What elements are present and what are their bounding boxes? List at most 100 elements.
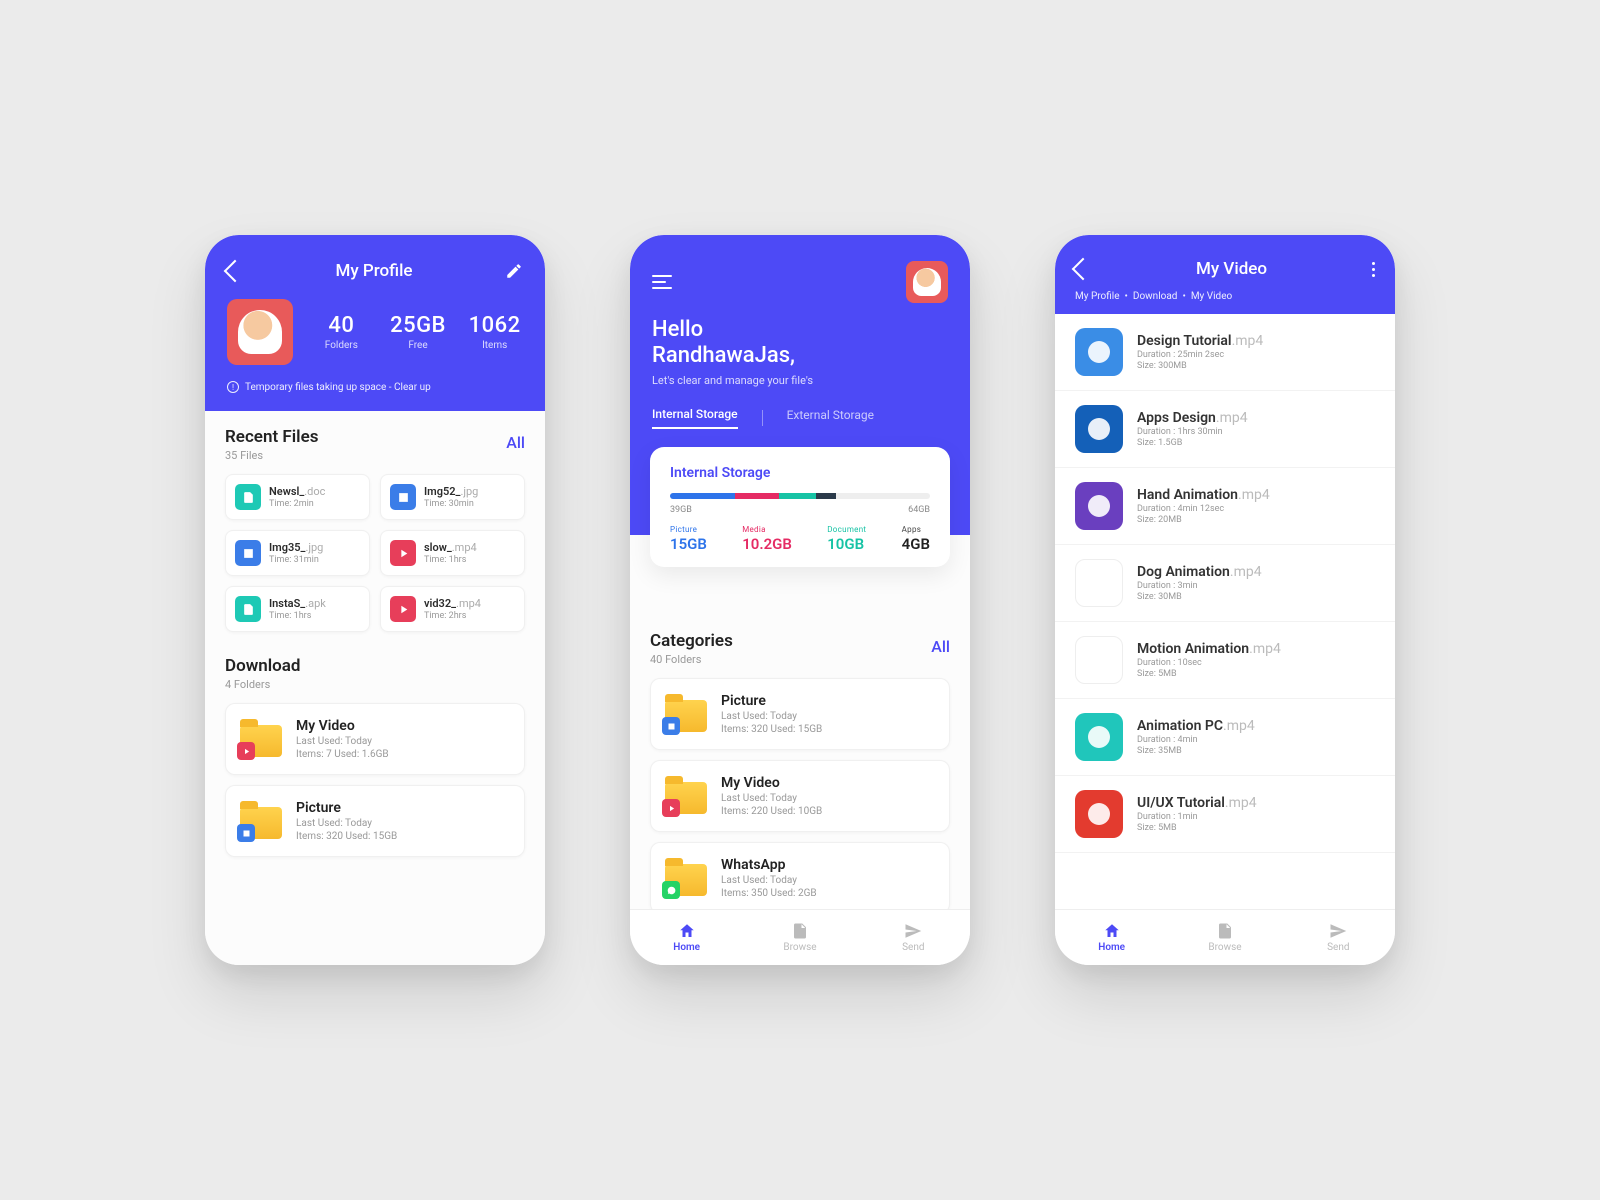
back-icon[interactable] xyxy=(1072,258,1095,281)
doc-icon xyxy=(235,596,261,622)
video-name: Motion Animation.mp4 xyxy=(1137,641,1281,657)
video-name: Hand Animation.mp4 xyxy=(1137,487,1270,503)
folder-item[interactable]: My Video Last Used: Today Items: 220 Use… xyxy=(650,760,950,832)
video-size: Size: 1.5GB xyxy=(1137,438,1248,448)
video-thumb xyxy=(1075,559,1123,607)
img-icon xyxy=(235,540,261,566)
screen-my-profile: My Profile 40 Folders 25GB Free 1062 Ite… xyxy=(205,235,545,965)
storage-cat: Apps 4GB xyxy=(902,525,930,553)
file-item[interactable]: Img52_.jpg Time: 30min xyxy=(380,474,525,520)
video-thumb xyxy=(1075,790,1123,838)
video-thumb xyxy=(1075,482,1123,530)
video-thumb xyxy=(1075,713,1123,761)
folder-detail: Items: 350 Used: 2GB xyxy=(721,888,817,899)
storage-used: 39GB xyxy=(670,505,692,515)
video-duration: Duration : 3min xyxy=(1137,581,1262,591)
nav-browse[interactable]: Browse xyxy=(743,910,856,965)
file-item[interactable]: Newsl_.doc Time: 2min xyxy=(225,474,370,520)
page-title: My Profile xyxy=(335,261,412,281)
file-time: Time: 1hrs xyxy=(269,611,326,621)
storage-card[interactable]: Internal Storage 39GB64GB Picture 15GB M… xyxy=(650,447,950,567)
recent-all-link[interactable]: All xyxy=(506,433,525,452)
video-duration: Duration : 25min 2sec xyxy=(1137,350,1263,360)
video-size: Size: 20MB xyxy=(1137,515,1270,525)
video-size: Size: 300MB xyxy=(1137,361,1263,371)
breadcrumb[interactable]: My Profile•Download•My Video xyxy=(1075,291,1375,302)
folder-item[interactable]: Picture Last Used: Today Items: 320 Used… xyxy=(650,678,950,750)
folder-icon xyxy=(240,803,282,839)
file-item[interactable]: Img35_.jpg Time: 31min xyxy=(225,530,370,576)
video-thumb xyxy=(1075,328,1123,376)
file-name: slow_.mp4 xyxy=(424,541,477,554)
video-header: My Video My Profile•Download•My Video xyxy=(1055,235,1395,314)
nav-browse[interactable]: Browse xyxy=(1168,910,1281,965)
greeting-hello: Hello xyxy=(652,317,948,343)
home-header: Hello RandhawaJas, Let's clear and manag… xyxy=(630,235,970,535)
folder-item[interactable]: Picture Last Used: Today Items: 320 Used… xyxy=(225,785,525,857)
file-time: Time: 2hrs xyxy=(424,611,481,621)
video-name: Animation PC.mp4 xyxy=(1137,718,1255,734)
file-item[interactable]: vid32_.mp4 Time: 2hrs xyxy=(380,586,525,632)
menu-icon[interactable] xyxy=(652,275,672,289)
video-item[interactable]: Animation PC.mp4 Duration : 4min Size: 3… xyxy=(1055,699,1395,776)
video-item[interactable]: Dog Animation.mp4 Duration : 3min Size: … xyxy=(1055,545,1395,622)
folder-icon xyxy=(665,696,707,732)
video-name: UI/UX Tutorial.mp4 xyxy=(1137,795,1257,811)
avatar[interactable] xyxy=(906,261,948,303)
video-name: Apps Design.mp4 xyxy=(1137,410,1248,426)
folder-last: Last Used: Today xyxy=(721,711,822,722)
tab-external-storage[interactable]: External Storage xyxy=(787,408,874,428)
file-time: Time: 31min xyxy=(269,555,323,565)
nav-home[interactable]: Home xyxy=(1055,910,1168,965)
folder-name: My Video xyxy=(721,775,822,791)
storage-cat: Document 10GB xyxy=(827,525,866,553)
file-name: vid32_.mp4 xyxy=(424,597,481,610)
nav-send[interactable]: Send xyxy=(1282,910,1395,965)
video-item[interactable]: UI/UX Tutorial.mp4 Duration : 1min Size:… xyxy=(1055,776,1395,853)
file-name: Newsl_.doc xyxy=(269,485,325,498)
bottom-nav: Home Browse Send xyxy=(630,909,970,965)
profile-header: My Profile 40 Folders 25GB Free 1062 Ite… xyxy=(205,235,545,411)
avatar[interactable] xyxy=(227,299,293,365)
screen-my-video: My Video My Profile•Download•My Video De… xyxy=(1055,235,1395,965)
vid-icon xyxy=(390,596,416,622)
tab-internal-storage[interactable]: Internal Storage xyxy=(652,407,738,429)
folder-item[interactable]: My Video Last Used: Today Items: 7 Used:… xyxy=(225,703,525,775)
file-time: Time: 2min xyxy=(269,499,325,509)
nav-send[interactable]: Send xyxy=(857,910,970,965)
vid-icon xyxy=(390,540,416,566)
more-icon[interactable] xyxy=(1372,262,1375,277)
folder-item[interactable]: WhatsApp Last Used: Today Items: 350 Use… xyxy=(650,842,950,909)
file-item[interactable]: InstaS_.apk Time: 1hrs xyxy=(225,586,370,632)
back-icon[interactable] xyxy=(224,260,247,283)
folder-name: WhatsApp xyxy=(721,857,817,873)
folder-icon xyxy=(665,778,707,814)
video-item[interactable]: Apps Design.mp4 Duration : 1hrs 30min Si… xyxy=(1055,391,1395,468)
edit-icon[interactable] xyxy=(505,262,523,280)
storage-total: 64GB xyxy=(908,505,930,515)
file-item[interactable]: slow_.mp4 Time: 1hrs xyxy=(380,530,525,576)
download-sub: 4 Folders xyxy=(225,678,300,691)
nav-home[interactable]: Home xyxy=(630,910,743,965)
video-item[interactable]: Hand Animation.mp4 Duration : 4min 12sec… xyxy=(1055,468,1395,545)
stat-folders: 40 Folders xyxy=(313,313,370,351)
page-title: My Video xyxy=(1196,259,1267,279)
video-name: Dog Animation.mp4 xyxy=(1137,564,1262,580)
storage-cat: Media 10.2GB xyxy=(742,525,792,553)
cleanup-banner[interactable]: ! Temporary files taking up space - Clea… xyxy=(227,381,523,393)
video-item[interactable]: Design Tutorial.mp4 Duration : 25min 2se… xyxy=(1055,314,1395,391)
categories-all-link[interactable]: All xyxy=(931,637,950,656)
categories-title: Categories xyxy=(650,631,733,651)
video-duration: Duration : 1min xyxy=(1137,812,1257,822)
video-duration: Duration : 4min xyxy=(1137,735,1255,745)
bottom-nav: Home Browse Send xyxy=(1055,909,1395,965)
stat-items: 1062 Items xyxy=(466,313,523,351)
recent-files-title: Recent Files xyxy=(225,427,318,447)
video-item[interactable]: Motion Animation.mp4 Duration : 10sec Si… xyxy=(1055,622,1395,699)
folder-detail: Items: 320 Used: 15GB xyxy=(296,831,397,842)
file-time: Time: 30min xyxy=(424,499,478,509)
screen-home: Hello RandhawaJas, Let's clear and manag… xyxy=(630,235,970,965)
categories-sub: 40 Folders xyxy=(650,653,733,666)
video-duration: Duration : 4min 12sec xyxy=(1137,504,1270,514)
folder-last: Last Used: Today xyxy=(721,875,817,886)
